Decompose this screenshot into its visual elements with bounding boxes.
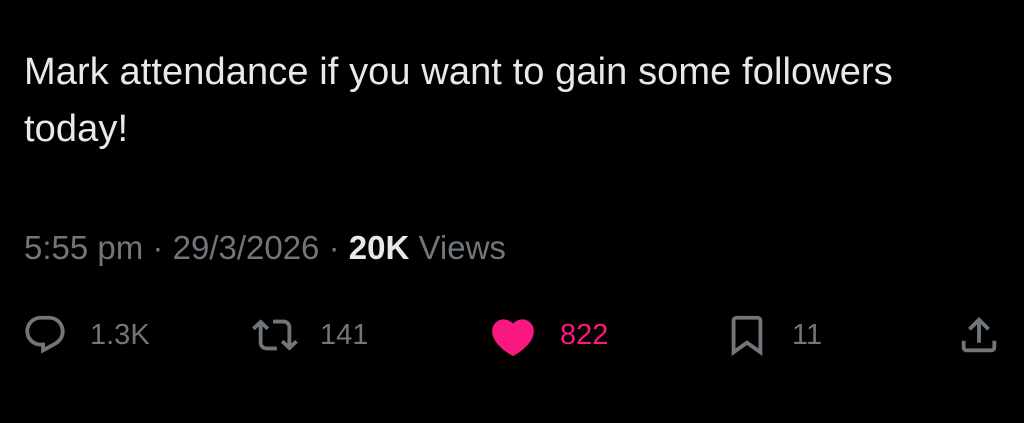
bookmark-button[interactable]: 11 [724, 310, 822, 360]
reply-icon [22, 312, 68, 358]
bookmark-count: 11 [792, 319, 823, 351]
retweet-button[interactable]: 141 [252, 310, 368, 360]
retweet-count: 141 [320, 319, 369, 351]
bookmark-icon [724, 312, 770, 358]
share-button[interactable] [956, 310, 1002, 360]
reply-count: 1.3K [90, 319, 150, 351]
tweet-meta: 5:55 pm · 29/3/2026 · 20K Views [24, 226, 506, 270]
retweet-icon [252, 312, 298, 358]
tweet-date[interactable]: 29/3/2026 [173, 229, 320, 266]
heart-icon [488, 312, 538, 358]
share-icon [956, 312, 1002, 358]
tweet-text: Mark attendance if you want to gain some… [24, 51, 893, 150]
meta-separator: · [152, 229, 164, 266]
action-bar: 1.3K 141 822 11 [0, 310, 1024, 360]
views-count[interactable]: 20K [349, 229, 410, 266]
meta-separator: · [328, 229, 340, 266]
like-count: 822 [560, 319, 609, 351]
views-label: Views [418, 229, 506, 266]
like-button[interactable]: 822 [488, 310, 608, 360]
tweet-time[interactable]: 5:55 pm [24, 229, 143, 266]
reply-button[interactable]: 1.3K [22, 310, 150, 360]
